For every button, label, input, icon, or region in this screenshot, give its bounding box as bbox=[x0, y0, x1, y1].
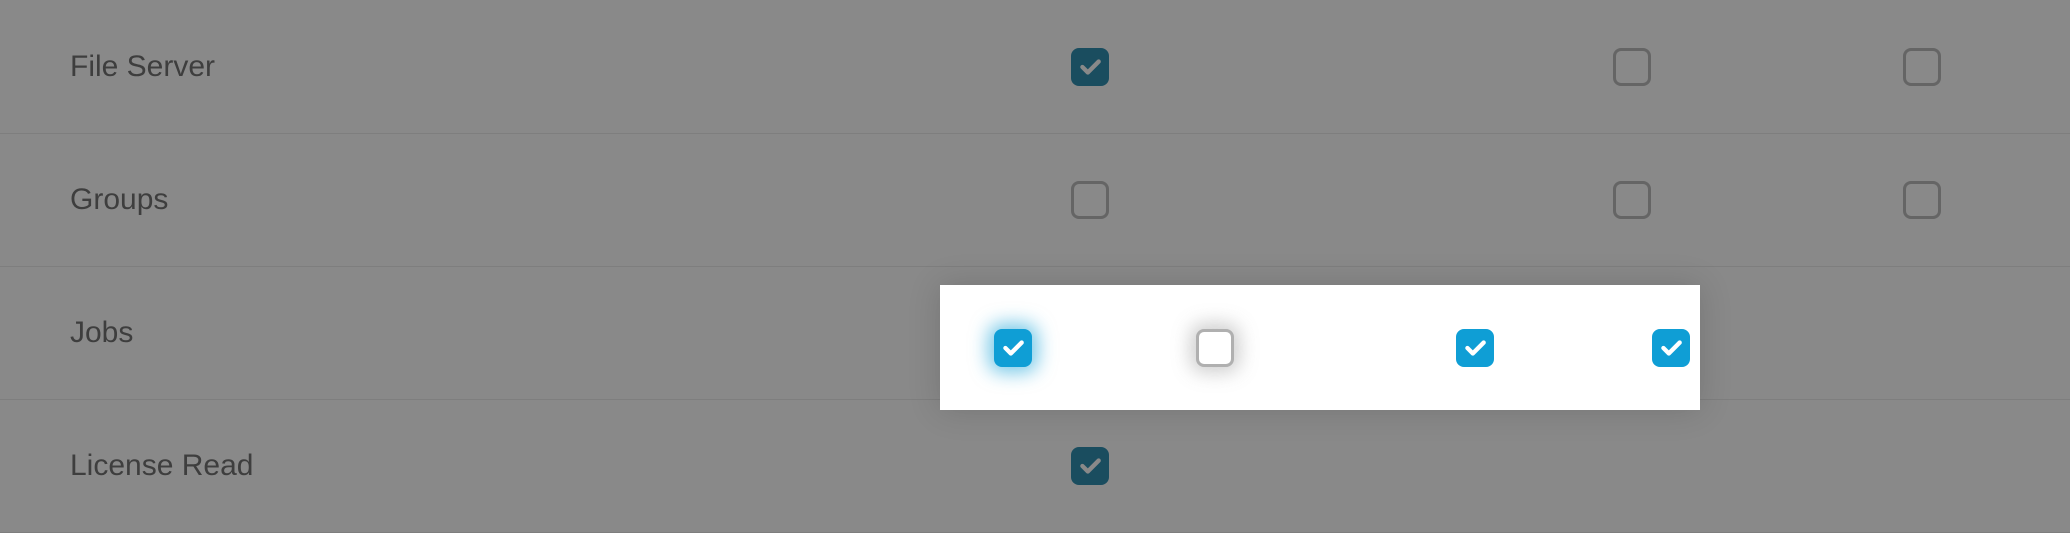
table-row: File Server bbox=[0, 0, 2070, 134]
checkbox-jobs-col1[interactable] bbox=[994, 329, 1032, 367]
checkbox-groups-col4[interactable] bbox=[1903, 181, 1941, 219]
checkbox-cell bbox=[976, 181, 1203, 219]
checkbox-file-server-col4[interactable] bbox=[1903, 48, 1941, 86]
permission-label: License Read bbox=[70, 449, 976, 483]
checkbox-cell bbox=[1489, 181, 1775, 219]
check-icon bbox=[1000, 335, 1026, 361]
check-icon bbox=[1658, 335, 1684, 361]
highlighted-jobs-checkboxes bbox=[940, 285, 1700, 410]
checkbox-groups-col3[interactable] bbox=[1613, 181, 1651, 219]
checkbox-license-read-col1[interactable] bbox=[1071, 447, 1109, 485]
checkbox-cell bbox=[1774, 181, 2070, 219]
permission-label: Groups bbox=[70, 183, 976, 217]
checkbox-cell bbox=[1345, 329, 1605, 367]
checkbox-file-server-col1[interactable] bbox=[1071, 48, 1109, 86]
table-row: Groups bbox=[0, 134, 2070, 267]
check-icon bbox=[1077, 453, 1103, 479]
checkbox-jobs-col3[interactable] bbox=[1456, 329, 1494, 367]
checkbox-file-server-col3[interactable] bbox=[1613, 48, 1651, 86]
permission-label: File Server bbox=[70, 50, 976, 84]
permission-label: Jobs bbox=[70, 316, 976, 350]
check-icon bbox=[1462, 335, 1488, 361]
checkbox-cell bbox=[940, 329, 1085, 367]
checkbox-groups-col1[interactable] bbox=[1071, 181, 1109, 219]
checkbox-cell bbox=[1085, 329, 1345, 367]
checkbox-cell bbox=[1489, 48, 1775, 86]
checkbox-jobs-col4[interactable] bbox=[1652, 329, 1690, 367]
checkbox-cell bbox=[1605, 329, 1700, 367]
checkbox-cell bbox=[1774, 48, 2070, 86]
check-icon bbox=[1077, 54, 1103, 80]
checkbox-cell bbox=[976, 447, 1203, 485]
permissions-table: File Server Groups Jobs bbox=[0, 0, 2070, 533]
table-row: License Read bbox=[0, 400, 2070, 533]
checkbox-cell bbox=[976, 48, 1203, 86]
checkbox-jobs-col2[interactable] bbox=[1196, 329, 1234, 367]
